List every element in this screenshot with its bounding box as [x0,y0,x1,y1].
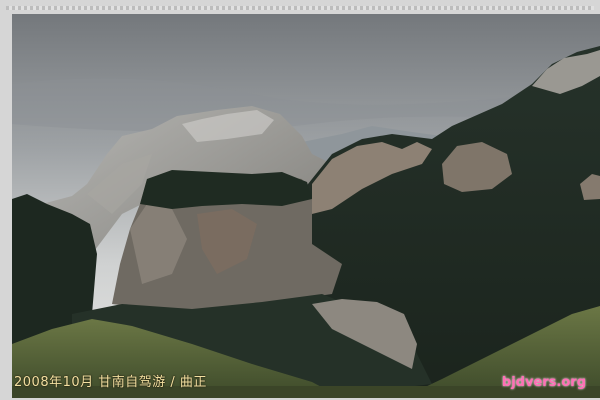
site-watermark: bjdvers.org [501,375,586,390]
landscape-photo [12,14,600,398]
photo-caption: 2008年10月 甘南自驾游 / 曲正 [14,375,207,390]
photo-frame: 2008年10月 甘南自驾游 / 曲正 bjdvers.org [0,0,600,400]
mountain-scene [12,14,600,398]
forest-cap-central [140,170,312,209]
